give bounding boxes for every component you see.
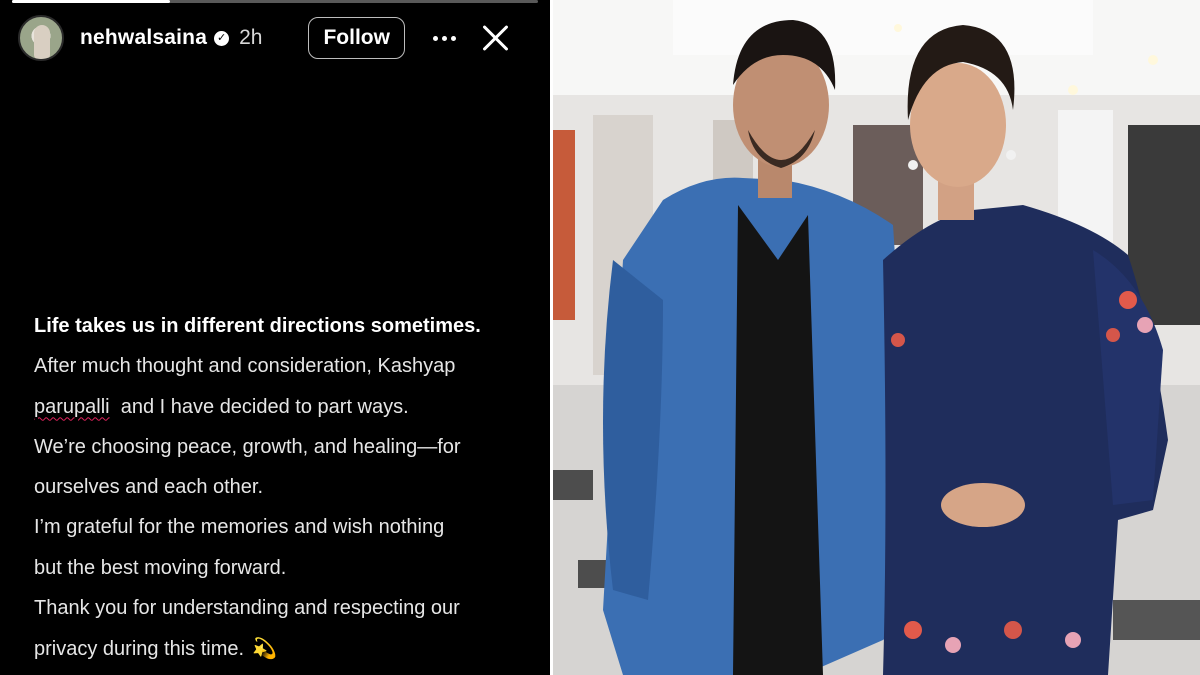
couple-photo bbox=[553, 0, 1200, 675]
dizzy-emoji-icon: 💫 bbox=[252, 636, 277, 661]
misspelled-word: parupalli bbox=[34, 395, 110, 418]
ceiling-light bbox=[894, 24, 902, 32]
flower-motif bbox=[1106, 328, 1120, 342]
message-line: Life takes us in different directions so… bbox=[34, 315, 481, 337]
story-panel: nehwalsaina ✓ 2h Follow Life takes us in… bbox=[0, 0, 550, 675]
floor-tile bbox=[553, 470, 593, 500]
message-line: privacy during this time. 💫 bbox=[34, 628, 544, 669]
verified-badge-icon: ✓ bbox=[214, 30, 230, 46]
flower-motif bbox=[891, 333, 905, 347]
flower-motif bbox=[1065, 632, 1081, 648]
story-progress-fill bbox=[12, 0, 170, 3]
close-icon[interactable] bbox=[481, 23, 511, 53]
message-line: After much thought and consideration, Ka… bbox=[34, 355, 456, 378]
message-line: I’m grateful for the memories and wish n… bbox=[34, 516, 445, 539]
photo-illustration bbox=[553, 0, 1200, 675]
ceiling-light bbox=[1148, 55, 1158, 65]
message-line: Thank you for understanding and respecti… bbox=[34, 597, 460, 620]
earring bbox=[1006, 150, 1016, 160]
flower-motif bbox=[1119, 291, 1137, 309]
message-line: We’re choosing peace, growth, and healin… bbox=[34, 435, 461, 458]
story-header: nehwalsaina ✓ 2h Follow bbox=[18, 14, 534, 62]
story-message: Life takes us in different directions so… bbox=[34, 306, 544, 670]
post-time: 2h bbox=[239, 26, 263, 49]
flower-motif bbox=[945, 637, 961, 653]
follow-button[interactable]: Follow bbox=[308, 17, 405, 59]
message-fragment: privacy during this time. bbox=[34, 638, 245, 661]
woman-hand bbox=[941, 483, 1025, 527]
message-line: ourselves and each other. bbox=[34, 476, 264, 499]
flower-motif bbox=[1137, 317, 1153, 333]
avatar[interactable] bbox=[18, 15, 64, 61]
message-line: parupalli and I have decided to part way… bbox=[34, 387, 544, 427]
ceiling-panel bbox=[673, 0, 1093, 55]
message-line: but the best moving forward. bbox=[34, 556, 287, 579]
message-fragment: and I have decided to part ways. bbox=[109, 395, 409, 418]
story-progress-bar bbox=[12, 0, 538, 3]
flower-motif bbox=[904, 621, 922, 639]
more-icon[interactable] bbox=[432, 23, 456, 53]
poster bbox=[553, 130, 575, 320]
earring bbox=[908, 160, 918, 170]
ceiling-light bbox=[1068, 85, 1078, 95]
username[interactable]: nehwalsaina bbox=[80, 26, 207, 50]
floor-tile bbox=[1113, 600, 1200, 640]
man-shirt bbox=[733, 205, 823, 675]
flower-motif bbox=[1004, 621, 1022, 639]
